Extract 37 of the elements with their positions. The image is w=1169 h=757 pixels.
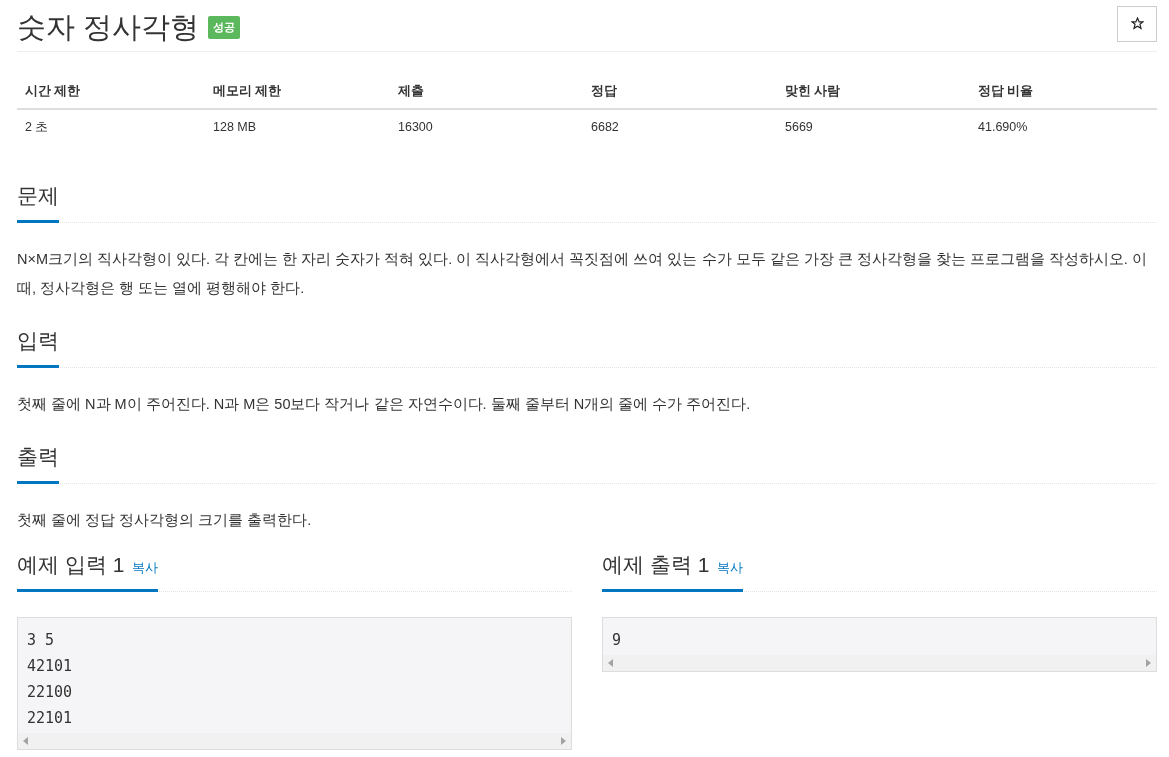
column-header: 메모리 제한 <box>212 82 283 100</box>
scroll-right-icon[interactable] <box>1146 659 1151 667</box>
column-header: 맞힌 사람 <box>784 82 842 100</box>
column-header: 정답 비율 <box>977 82 1035 100</box>
table-cell-text: 5669 <box>784 120 814 134</box>
section-heading: 입력 <box>17 327 59 368</box>
column-header: 정답 <box>590 82 618 100</box>
table-cell-text: 128 MB <box>212 120 258 134</box>
section-heading: 출력 <box>17 443 59 484</box>
section-text: N×M크기의 직사각형이 있다. 각 칸에는 한 자리 숫자가 적혀 있다. 이 직사각형에서 꼭짓점에 쓰여 있는 수가 모두 같은 가장 큰 정사각형을 찾는 프로그램을 작성하시오. 이때, 정사각형은 행 또는 열에 평행해야 한다. <box>17 250 1148 298</box>
section-text: 첫째 줄에 N과 M이 주어진다. N과 M은 50보다 작거나 같은 자연수이다. 둘째 줄부터 N개의 줄에 수가 주어진다. <box>17 395 752 414</box>
copy-link[interactable]: 복사 <box>132 559 159 577</box>
scroll-left-icon[interactable] <box>608 659 613 667</box>
star-icon <box>1130 17 1144 30</box>
code-line: 9 <box>611 630 623 651</box>
status-badge: 성공 <box>208 16 241 39</box>
section-heading: 문제 <box>17 182 59 223</box>
column-header: 제출 <box>397 82 425 100</box>
code-line: 42101 <box>26 656 74 677</box>
code-line: 22100 <box>26 682 74 703</box>
section-text: 첫째 줄에 정답 정사각형의 크기를 출력한다. <box>17 511 313 530</box>
table-cell-text: 6682 <box>590 120 620 134</box>
star-button[interactable] <box>1117 5 1157 42</box>
copy-link[interactable]: 복사 <box>717 559 744 577</box>
problem-title: 숫자 정사각형 <box>17 9 200 45</box>
scroll-right-icon[interactable] <box>561 737 566 745</box>
table-cell-text: 41.690% <box>977 120 1029 134</box>
scroll-left-icon[interactable] <box>23 737 28 745</box>
sample-title: 예제 입력 1 <box>17 552 125 578</box>
horizontal-scrollbar[interactable] <box>18 733 571 749</box>
column-header: 시간 제한 <box>24 82 82 100</box>
sample-title: 예제 출력 1 <box>602 552 710 578</box>
table-cell-text: 16300 <box>397 120 434 134</box>
horizontal-scrollbar[interactable] <box>603 655 1156 671</box>
code-line: 3 5 <box>26 630 56 651</box>
table-cell-text: 2 초 <box>24 118 50 136</box>
code-line: 22101 <box>26 708 74 729</box>
